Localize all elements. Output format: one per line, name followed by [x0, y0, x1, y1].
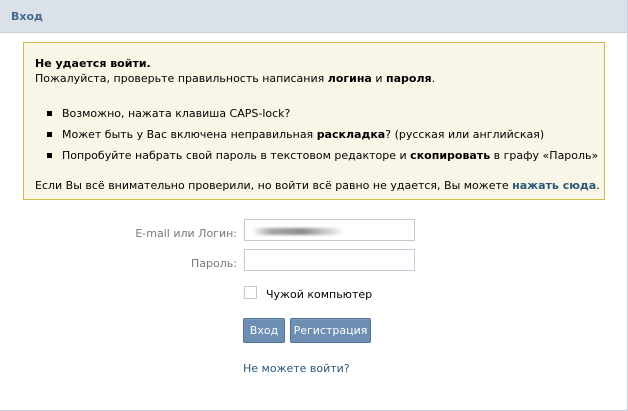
foreign-computer-checkbox[interactable]: [244, 286, 257, 299]
login-button[interactable]: Вход: [243, 318, 285, 343]
error-intro: Пожалуйста, проверьте правильность напис…: [35, 72, 435, 85]
tips-list: Возможно, нажата клавиша CAPS-lock? Може…: [47, 107, 599, 170]
tip-item: Возможно, нажата клавиша CAPS-lock?: [47, 107, 598, 128]
error-message-box: Не удается войти. Пожалуйста, проверьте …: [23, 42, 605, 200]
login-label: E-mail или Логин:: [135, 227, 237, 240]
error-intro-text: Пожалуйста, проверьте правильность напис…: [35, 72, 328, 85]
tip-text: Может быть у Вас включена неправильная: [62, 128, 317, 141]
password-input[interactable]: [244, 249, 415, 271]
password-label: Пароль:: [191, 257, 237, 270]
login-value-blurred: [252, 228, 344, 235]
bullet-icon: [47, 153, 52, 158]
tip-item: Попробуйте набрать свой пароль в текстов…: [47, 149, 599, 170]
error-intro-password: пароля: [386, 72, 432, 85]
tip-bold: скопировать: [410, 149, 491, 162]
error-footer-end: .: [596, 179, 600, 192]
error-title: Не удается войти.: [35, 57, 151, 70]
bullet-icon: [47, 132, 52, 137]
tip-text: Возможно, нажата клавиша CAPS-lock?: [62, 107, 291, 120]
cant-login-link[interactable]: Не можете войти?: [243, 362, 350, 375]
click-here-link[interactable]: нажать сюда: [512, 179, 596, 192]
bullet-icon: [47, 111, 52, 116]
foreign-computer-label[interactable]: Чужой компьютер: [266, 288, 372, 301]
error-intro-end: .: [431, 72, 436, 85]
page-header: Вход: [0, 0, 627, 33]
error-footer-text: Если Вы всё внимательно проверили, но во…: [35, 179, 513, 192]
tip-item: Может быть у Вас включена неправильная р…: [47, 128, 598, 149]
tip-text: Попробуйте набрать свой пароль в текстов…: [62, 149, 411, 162]
error-intro-and: и: [371, 72, 387, 85]
register-button[interactable]: Регистрация: [290, 318, 371, 343]
tip-text: ? (русская или английская): [385, 128, 545, 141]
tip-bold: раскладка: [316, 128, 386, 141]
error-footer: Если Вы всё внимательно проверили, но во…: [35, 179, 600, 192]
error-intro-login: логина: [327, 72, 372, 85]
tip-text: в графу «Пароль»: [490, 149, 599, 162]
page-title: Вход: [11, 10, 43, 23]
